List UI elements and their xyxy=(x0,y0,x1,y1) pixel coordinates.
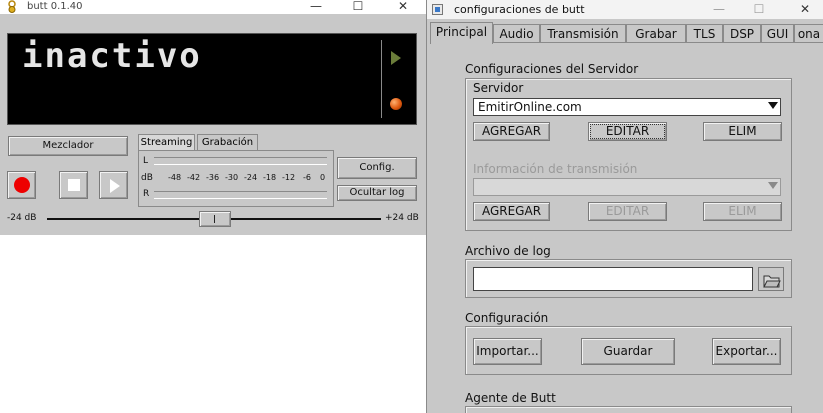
volume-slider-thumb[interactable] xyxy=(199,211,231,227)
maximize-icon[interactable]: ☐ xyxy=(348,0,368,14)
save-button[interactable]: Guardar xyxy=(581,338,675,365)
meter-tick: -36 xyxy=(206,173,220,182)
play-icon xyxy=(110,179,120,193)
record-icon xyxy=(14,177,30,193)
meter-tick: -48 xyxy=(168,173,182,182)
play-button[interactable] xyxy=(99,171,128,199)
configuration-group-title: Configuración xyxy=(465,311,549,325)
tab-dsp[interactable]: DSP xyxy=(723,24,761,43)
vu-meter: L dB -48 -42 -36 -30 -24 -18 -12 -6 0 R xyxy=(138,150,334,207)
meter-tick: -30 xyxy=(225,173,239,182)
chevron-down-icon xyxy=(768,102,778,109)
browse-log-button[interactable] xyxy=(758,267,784,291)
edit-stream-info-button[interactable]: EDITAR xyxy=(588,202,667,221)
meter-tick: -24 xyxy=(244,173,258,182)
add-stream-info-button[interactable]: AGREGAR xyxy=(473,202,550,221)
meter-tick: 0 xyxy=(320,173,326,182)
export-button[interactable]: Exportar... xyxy=(712,338,781,365)
minimize-icon[interactable]: — xyxy=(708,0,730,18)
meter-left-label: L xyxy=(143,156,149,166)
lcd-divider xyxy=(381,40,382,118)
tab-tls[interactable]: TLS xyxy=(686,24,723,43)
mixer-button[interactable]: Mezclador xyxy=(8,136,128,156)
add-server-button[interactable]: AGREGAR xyxy=(473,122,550,141)
icon-inner xyxy=(435,7,440,12)
folder-icon xyxy=(763,273,781,292)
tab-transmision[interactable]: Transmisión xyxy=(540,24,626,43)
log-group-title: Archivo de log xyxy=(465,244,551,258)
meter-right-track xyxy=(154,191,327,199)
tab-streaming[interactable]: Streaming xyxy=(138,134,195,150)
meter-left-track xyxy=(154,157,327,165)
status-led-icon xyxy=(390,98,402,110)
server-select-value: EmitirOnline.com xyxy=(478,100,582,114)
delete-server-button[interactable]: ELIM xyxy=(703,122,782,141)
stop-icon xyxy=(68,179,80,191)
chevron-down-icon xyxy=(768,182,778,189)
record-button[interactable] xyxy=(7,171,36,199)
tab-grabar[interactable]: Grabar xyxy=(626,24,686,43)
meter-db-label: dB xyxy=(141,173,153,183)
meter-tick: -42 xyxy=(187,173,201,182)
stop-button[interactable] xyxy=(59,171,88,199)
tab-audio[interactable]: Audio xyxy=(493,24,540,43)
hide-log-button[interactable]: Ocultar log xyxy=(337,185,417,201)
stream-info-select[interactable] xyxy=(473,178,781,196)
butt-titlebar[interactable]: butt 0.1.40 — ☐ ✕ xyxy=(0,0,428,14)
maximize-icon[interactable]: ☐ xyxy=(748,0,770,18)
meter-right-label: R xyxy=(143,189,150,199)
delete-stream-info-button[interactable]: ELIM xyxy=(703,202,782,221)
tab-truncated[interactable]: ona xyxy=(794,24,823,43)
butt-window-title: butt 0.1.40 xyxy=(27,1,83,12)
lcd-display: inactivo xyxy=(7,33,417,125)
agent-group-title: Agente de Butt xyxy=(465,391,556,405)
close-icon[interactable]: ✕ xyxy=(794,0,816,18)
volume-max-label: +24 dB xyxy=(385,213,419,223)
log-file-input[interactable] xyxy=(473,267,753,291)
close-icon[interactable]: ✕ xyxy=(393,0,413,14)
import-button[interactable]: Importar... xyxy=(473,338,542,365)
server-select[interactable]: EmitirOnline.com xyxy=(473,98,781,116)
window-app-icon xyxy=(432,4,443,15)
meter-tick: -6 xyxy=(303,173,311,182)
meter-tick: -12 xyxy=(282,173,296,182)
butt-app-icon xyxy=(6,0,18,13)
config-tabbar: Principal Audio Transmisión Grabar TLS D… xyxy=(427,21,823,44)
stream-info-label: Información de transmisión xyxy=(473,162,638,176)
slider-notch xyxy=(214,215,215,223)
volume-min-label: -24 dB xyxy=(7,213,37,223)
tab-gui[interactable]: GUI xyxy=(761,24,794,43)
lcd-status-text: inactivo xyxy=(22,36,202,76)
tab-grabacion[interactable]: Grabación xyxy=(197,134,258,150)
butt-main-window: butt 0.1.40 — ☐ ✕ inactivo Mezclador Str… xyxy=(0,0,428,413)
minimize-icon[interactable]: — xyxy=(306,0,326,14)
edit-server-button[interactable]: EDITAR xyxy=(588,122,667,141)
config-titlebar[interactable]: configuraciones de butt — ☐ ✕ xyxy=(427,0,823,19)
server-label: Servidor xyxy=(473,81,524,95)
tab-principal[interactable]: Principal xyxy=(430,22,493,44)
config-button[interactable]: Config. xyxy=(337,157,417,179)
server-group-title: Configuraciones del Servidor xyxy=(465,62,639,76)
lcd-play-indicator-icon xyxy=(391,51,401,65)
meter-tick: -18 xyxy=(263,173,277,182)
config-window-title: configuraciones de butt xyxy=(454,3,585,16)
config-window: configuraciones de butt — ☐ ✕ Principal … xyxy=(426,0,823,413)
agent-group xyxy=(465,406,792,413)
